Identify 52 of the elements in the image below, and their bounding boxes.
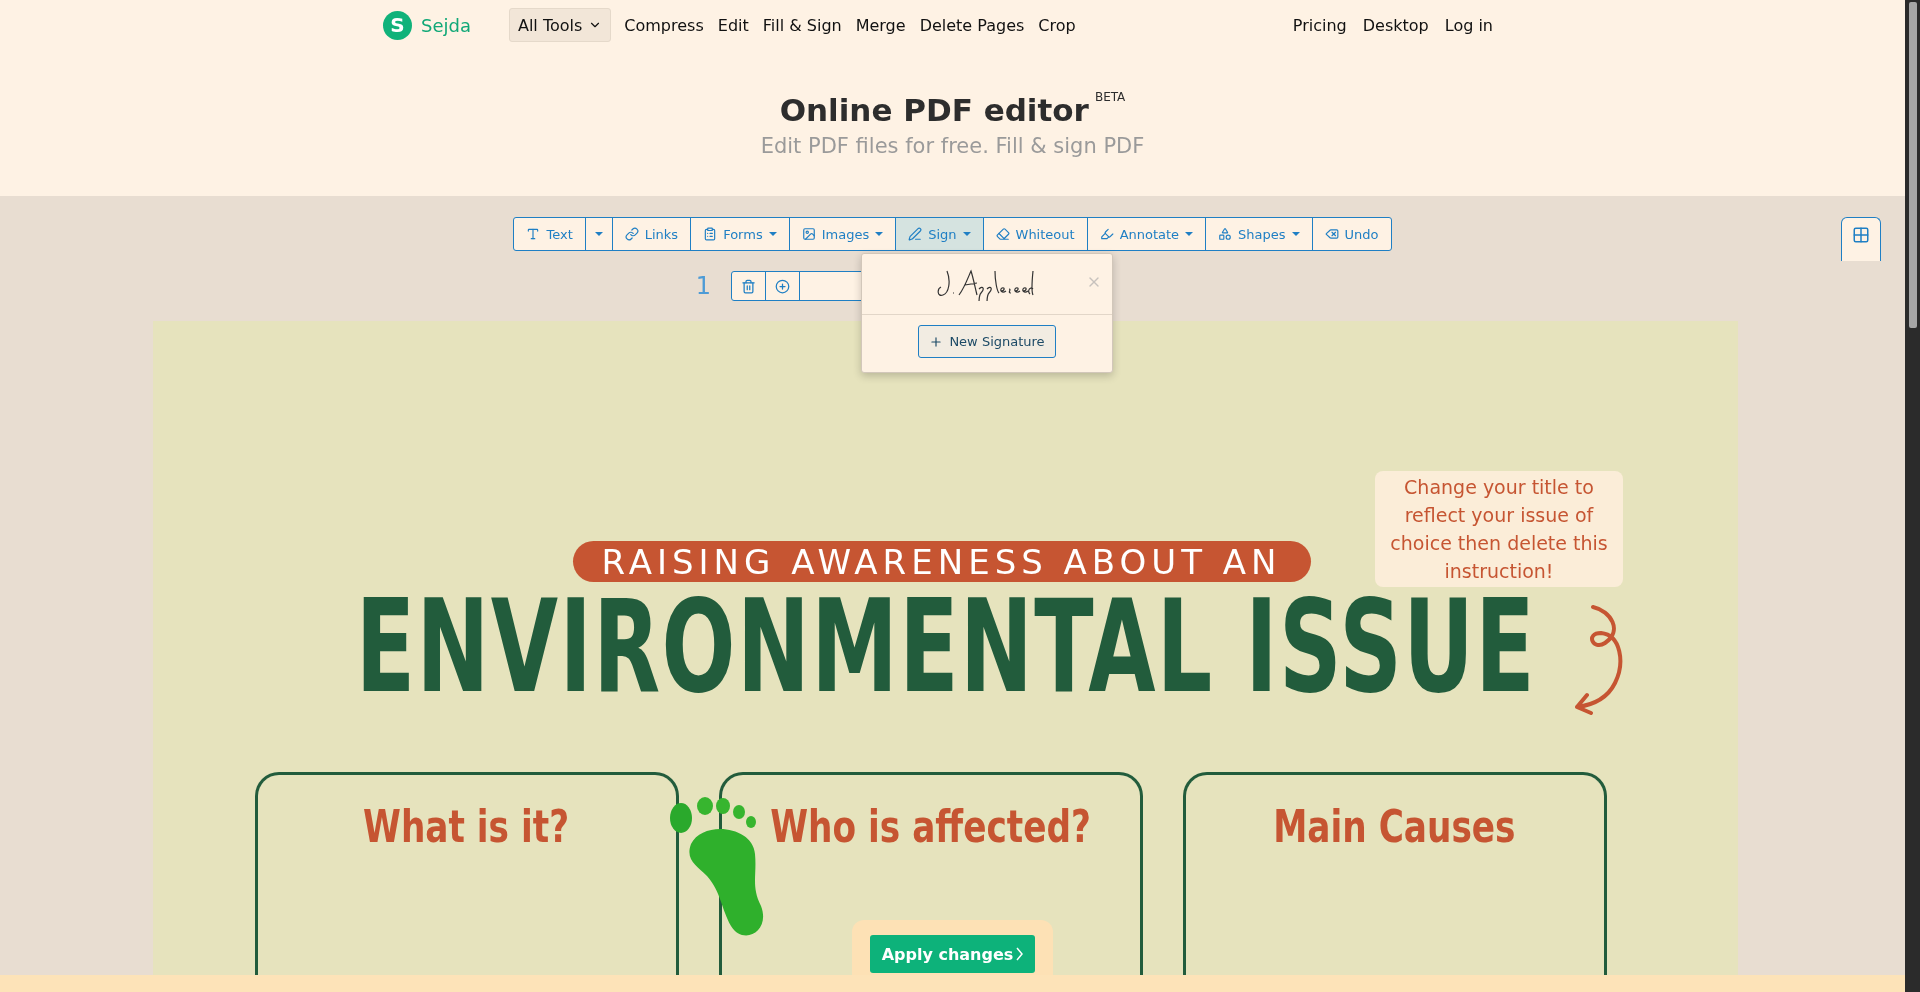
toolbar-button[interactable]: Text xyxy=(514,218,585,250)
caret-icon xyxy=(1185,232,1194,236)
text-icon xyxy=(526,227,541,241)
nav-link[interactable]: Delete Pages xyxy=(912,15,1032,35)
card-title: Main Causes xyxy=(1273,801,1516,845)
chevron-right-icon xyxy=(1016,947,1024,961)
grid-view-button[interactable] xyxy=(1841,217,1881,261)
link-icon xyxy=(624,227,639,241)
caret-icon xyxy=(875,232,884,236)
new-signature-button[interactable]: New Signature xyxy=(918,325,1056,358)
caret-icon xyxy=(962,232,971,236)
grid-icon xyxy=(1852,226,1870,244)
nav-link[interactable]: Fill & Sign xyxy=(755,15,849,35)
card-title: Who is affected? xyxy=(770,801,1091,845)
image-icon xyxy=(801,227,816,241)
toolbar-button[interactable]: Undo xyxy=(1311,218,1391,250)
caret-icon xyxy=(768,232,777,236)
nav-link[interactable]: Compress xyxy=(617,15,711,35)
nav-link[interactable]: Pricing xyxy=(1285,15,1354,35)
instruction-note: Change your title to reflect your issue of choice then delete this instruction! xyxy=(1375,471,1623,587)
page-subtitle: Edit PDF files for free. Fill & sign PDF xyxy=(760,134,1145,158)
undo-icon xyxy=(1324,227,1339,241)
sign-icon xyxy=(908,227,923,241)
logo-icon[interactable]: S xyxy=(383,10,412,40)
nav-link[interactable]: Edit xyxy=(710,15,756,35)
scrollbar-thumb[interactable] xyxy=(1908,2,1917,328)
page-number: 1 xyxy=(695,272,712,300)
toolbar-button[interactable]: Forms xyxy=(690,218,789,250)
shapes-icon xyxy=(1218,227,1233,241)
trash-icon xyxy=(741,278,757,294)
plus-circle-icon xyxy=(775,278,791,294)
all-tools-button[interactable]: All Tools xyxy=(508,8,612,42)
nav-link[interactable]: Log in xyxy=(1437,15,1500,35)
caret-icon xyxy=(1291,232,1300,236)
toolbar-button[interactable]: Sign xyxy=(895,218,983,250)
banner-text: RAISING AWARENESS ABOUT AN xyxy=(572,541,1311,582)
page-title: Online PDF editor $^{BETA}$ xyxy=(779,92,1126,128)
annotate-icon xyxy=(1099,227,1114,241)
toolbar-button[interactable]: Shapes xyxy=(1205,218,1312,250)
nav-link[interactable]: Desktop xyxy=(1355,15,1436,35)
apply-changes-button[interactable]: Apply changes xyxy=(869,935,1036,973)
toolbar-button[interactable]: Links xyxy=(611,218,691,250)
nav-link[interactable]: Merge xyxy=(848,15,913,35)
whiteout-icon xyxy=(995,227,1010,241)
nav-link[interactable]: Crop xyxy=(1031,15,1083,35)
brand-name[interactable]: Sejda xyxy=(421,14,471,36)
plus-icon xyxy=(929,334,944,349)
card-title: What is it? xyxy=(363,801,570,845)
caret-icon xyxy=(594,232,603,236)
toolbar-button[interactable]: Annotate xyxy=(1086,218,1206,250)
toolbar-button[interactable]: Whiteout xyxy=(982,218,1087,250)
forms-icon xyxy=(703,227,718,241)
